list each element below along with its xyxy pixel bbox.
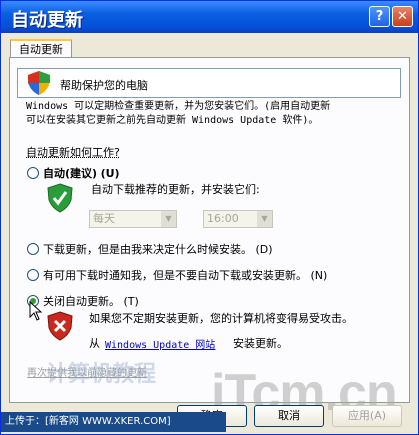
shield-warning-icon: [47, 311, 73, 341]
apply-button[interactable]: 应用(A): [332, 405, 402, 427]
section-label: 自动更新如何工作?: [26, 146, 120, 159]
shield-icon: [28, 71, 50, 95]
upload-footer: 上传于：[新客网 WWW.XKER.COM]: [1, 412, 226, 432]
security-banner: 帮助保护您的电脑: [17, 68, 401, 98]
update-site-suffix: 安装更新。: [233, 337, 288, 350]
day-select[interactable]: 每天 ▼: [89, 210, 177, 228]
cancel-button[interactable]: 取消: [254, 405, 324, 427]
window-title: 自动更新: [11, 10, 83, 31]
close-button[interactable]: ✕: [392, 6, 413, 27]
radio-notify[interactable]: [27, 269, 39, 281]
chevron-down-icon: ▼: [257, 211, 272, 227]
description: Windows 可以定期检查重要更新，并为您安装它们。(启用自动更新 可以在安装…: [26, 101, 331, 126]
time-select[interactable]: 16:00 ▼: [203, 210, 273, 228]
radio-automatic[interactable]: [27, 167, 39, 179]
chevron-down-icon: ▼: [161, 211, 176, 227]
watermark-small: 计算机教程: [46, 362, 157, 387]
help-button[interactable]: ?: [369, 6, 390, 27]
auto-update-dialog: 自动更新 ? ✕ 自动更新 帮助保护您的电脑 Windows 可以定期检查重要更…: [0, 0, 419, 435]
option-notify-label[interactable]: 有可用下载时通知我，但是不要自动下载或安装更新。 (N): [43, 267, 327, 283]
shield-check-icon: [47, 183, 73, 213]
banner-title: 帮助保护您的电脑: [60, 79, 148, 92]
title-bar[interactable]: 自动更新 ? ✕: [1, 1, 418, 33]
option-automatic-sub: 自动下载推荐的更新，并安装它们:: [91, 183, 260, 196]
mouse-cursor-icon: [29, 301, 43, 321]
radio-download[interactable]: [27, 243, 39, 255]
windows-update-link[interactable]: Windows Update 网站: [105, 336, 215, 351]
option-download-label[interactable]: 下载更新，但是由我来决定什么时候安装。 (D): [43, 241, 273, 257]
option-automatic-label[interactable]: 自动(建议) (U): [43, 165, 120, 181]
turn-off-warning: 如果您不定期安装更新，您的计算机将变得易受攻击。: [89, 312, 353, 325]
tab-auto-update[interactable]: 自动更新: [10, 39, 72, 58]
option-turn-off-label[interactable]: 关闭自动更新。 (T): [43, 293, 139, 309]
update-site-line: 从: [89, 337, 100, 350]
